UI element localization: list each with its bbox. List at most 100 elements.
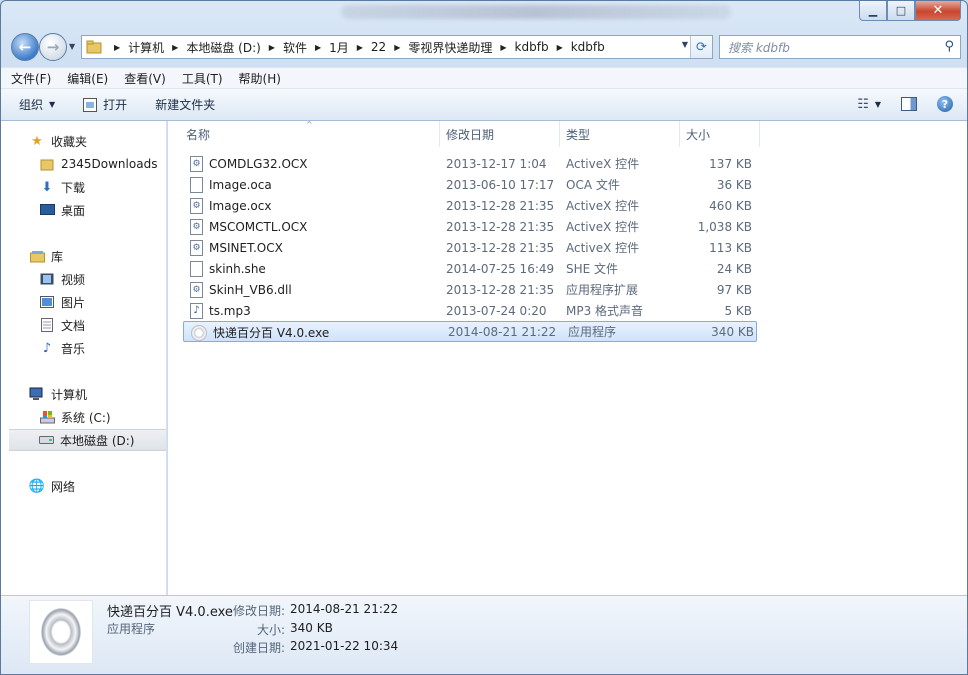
back-button[interactable]: ← [11,33,39,61]
forward-button[interactable]: → [39,33,67,61]
file-row[interactable]: MSCOMCTL.OCX 2013-12-28 21:35 ActiveX 控件… [182,216,758,237]
breadcrumb-drive-d[interactable]: 本地磁盘 (D:) [186,39,260,56]
file-row[interactable]: COMDLG32.OCX 2013-12-17 1:04 ActiveX 控件 … [182,153,758,174]
breadcrumb-january[interactable]: 1月 [329,39,349,56]
menu-file[interactable]: 文件(F) [11,70,51,87]
search-box[interactable]: 搜索 kdbfb ⚲ [719,35,961,59]
file-size: 137 KB [709,156,752,171]
preview-pane-icon[interactable] [901,97,917,111]
column-date[interactable]: 修改日期 [440,121,560,147]
file-type: MP3 格式声音 [566,304,644,318]
address-dropdown[interactable]: ▼ [682,40,688,49]
nav-label: 网络 [51,479,76,494]
search-placeholder: 搜索 kdbfb [728,40,790,55]
refresh-button[interactable]: ⟳ [690,36,712,58]
breadcrumb-separator[interactable]: ▶ [394,43,400,52]
file-date: 2013-06-10 17:17 [446,177,555,192]
nav-favorites[interactable]: ★ 收藏夹 [1,130,167,152]
breadcrumb-kdbfb-1[interactable]: kdbfb [515,40,549,54]
nav-item-drive-c[interactable]: 系统 (C:) [1,406,167,428]
nav-label: 收藏夹 [51,134,88,149]
file-date: 2013-12-28 21:35 [446,198,555,213]
column-size[interactable]: 大小 [680,121,760,147]
nav-item-desktop[interactable]: 桌面 [1,199,167,221]
breadcrumb-kdbfb-2[interactable]: kdbfb [571,40,605,54]
breadcrumb-separator[interactable]: ▶ [269,43,275,52]
title-bar-blurred [341,5,731,19]
file-type: ActiveX 控件 [566,220,640,234]
file-row[interactable]: Image.oca 2013-06-10 17:17 OCA 文件 36 KB [182,174,758,195]
help-icon[interactable]: ? [937,96,953,112]
file-date: 2014-08-21 21:22 [448,324,557,339]
new-folder-label: 新建文件夹 [155,98,216,112]
navigation-pane: ★ 收藏夹 2345Downloads ⬇ 下载 桌面 库 视频 图片 文档 ♪… [1,121,167,595]
close-button[interactable]: ✕ [915,1,961,21]
file-row[interactable]: skinh.she 2014-07-25 16:49 SHE 文件 24 KB [182,258,758,279]
nav-item-drive-d[interactable]: 本地磁盘 (D:) [9,429,166,451]
breadcrumb-separator[interactable]: ▶ [114,43,120,52]
file-size: 36 KB [716,177,752,192]
file-row[interactable]: MSINET.OCX 2013-12-28 21:35 ActiveX 控件 1… [182,237,758,258]
file-type: ActiveX 控件 [566,241,640,255]
breadcrumb-separator[interactable]: ▶ [172,43,178,52]
nav-item-documents[interactable]: 文档 [1,314,167,336]
nav-computer[interactable]: 计算机 [1,383,167,405]
menu-view[interactable]: 查看(V) [124,70,166,87]
nav-item-downloads[interactable]: ⬇ 下载 [1,176,167,198]
activex-file-icon [190,218,203,235]
menu-tools[interactable]: 工具(T) [182,70,223,87]
column-label: 修改日期 [446,127,495,142]
file-name: MSINET.OCX [209,240,283,255]
breadcrumb-separator[interactable]: ▶ [357,43,363,52]
menu-help[interactable]: 帮助(H) [239,70,281,87]
address-bar[interactable]: ▶ 计算机 ▶ 本地磁盘 (D:) ▶ 软件 ▶ 1月 ▶ 22 ▶ 零视界快递… [81,35,713,59]
minimize-button[interactable]: ▁ [859,1,887,21]
details-created-value: 2021-01-22 10:34 [290,639,399,653]
command-bar: 组织 ▼ 打开 新建文件夹 ☷ ▼ ? [1,89,967,121]
organize-label: 组织 [19,98,44,112]
file-size: 24 KB [716,261,752,276]
new-folder-button[interactable]: 新建文件夹 [155,96,215,113]
file-row[interactable]: SkinH_VB6.dll 2013-12-28 21:35 应用程序扩展 97… [182,279,758,300]
recent-pages-dropdown[interactable]: ▼ [69,42,75,51]
file-size: 5 KB [724,303,752,318]
nav-libraries[interactable]: 库 [1,245,167,267]
nav-item-music[interactable]: ♪ 音乐 [1,337,167,359]
breadcrumb-22[interactable]: 22 [371,40,386,54]
breadcrumb-software[interactable]: 软件 [283,39,307,56]
nav-item-videos[interactable]: 视频 [1,268,167,290]
desktop-icon [39,202,55,218]
column-name[interactable]: 名称 [180,121,440,147]
menu-edit[interactable]: 编辑(E) [67,70,108,87]
breadcrumb-separator[interactable]: ▶ [315,43,321,52]
view-controls: ☷ ▼ ? [857,96,953,112]
nav-item-2345downloads[interactable]: 2345Downloads [1,153,167,175]
search-icon[interactable]: ⚲ [944,39,954,54]
nav-item-pictures[interactable]: 图片 [1,291,167,313]
details-filetype: 应用程序 [107,622,156,636]
breadcrumb-separator[interactable]: ▶ [500,43,506,52]
nav-label: 文档 [61,318,86,333]
breadcrumb-express-assistant[interactable]: 零视界快递助理 [408,39,492,56]
nav-label: 计算机 [51,387,88,402]
file-name: Image.oca [209,177,272,192]
file-name: Image.ocx [209,198,272,213]
view-options-icon[interactable]: ☷ [857,97,869,112]
file-size: 113 KB [709,240,752,255]
file-size: 340 KB [711,324,754,339]
refresh-icon: ⟳ [696,39,707,55]
breadcrumb-computer[interactable]: 计算机 [128,39,164,56]
breadcrumb-separator[interactable]: ▶ [557,43,563,52]
file-row-selected[interactable]: 快递百分百 V4.0.exe 2014-08-21 21:22 应用程序 340… [183,321,757,342]
file-date: 2014-07-25 16:49 [446,261,555,276]
nav-network[interactable]: 🌐 网络 [1,475,167,497]
open-button[interactable]: 打开 [83,96,127,113]
file-row[interactable]: Image.ocx 2013-12-28 21:35 ActiveX 控件 46… [182,195,758,216]
column-type[interactable]: 类型 [560,121,680,147]
organize-button[interactable]: 组织 ▼ [19,96,55,113]
maximize-button[interactable]: □ [887,1,915,21]
view-dropdown[interactable]: ▼ [875,100,881,109]
nav-label: 2345Downloads [61,157,158,171]
computer-icon [29,386,45,402]
file-row[interactable]: ts.mp3 2013-07-24 0:20 MP3 格式声音 5 KB [182,300,758,321]
